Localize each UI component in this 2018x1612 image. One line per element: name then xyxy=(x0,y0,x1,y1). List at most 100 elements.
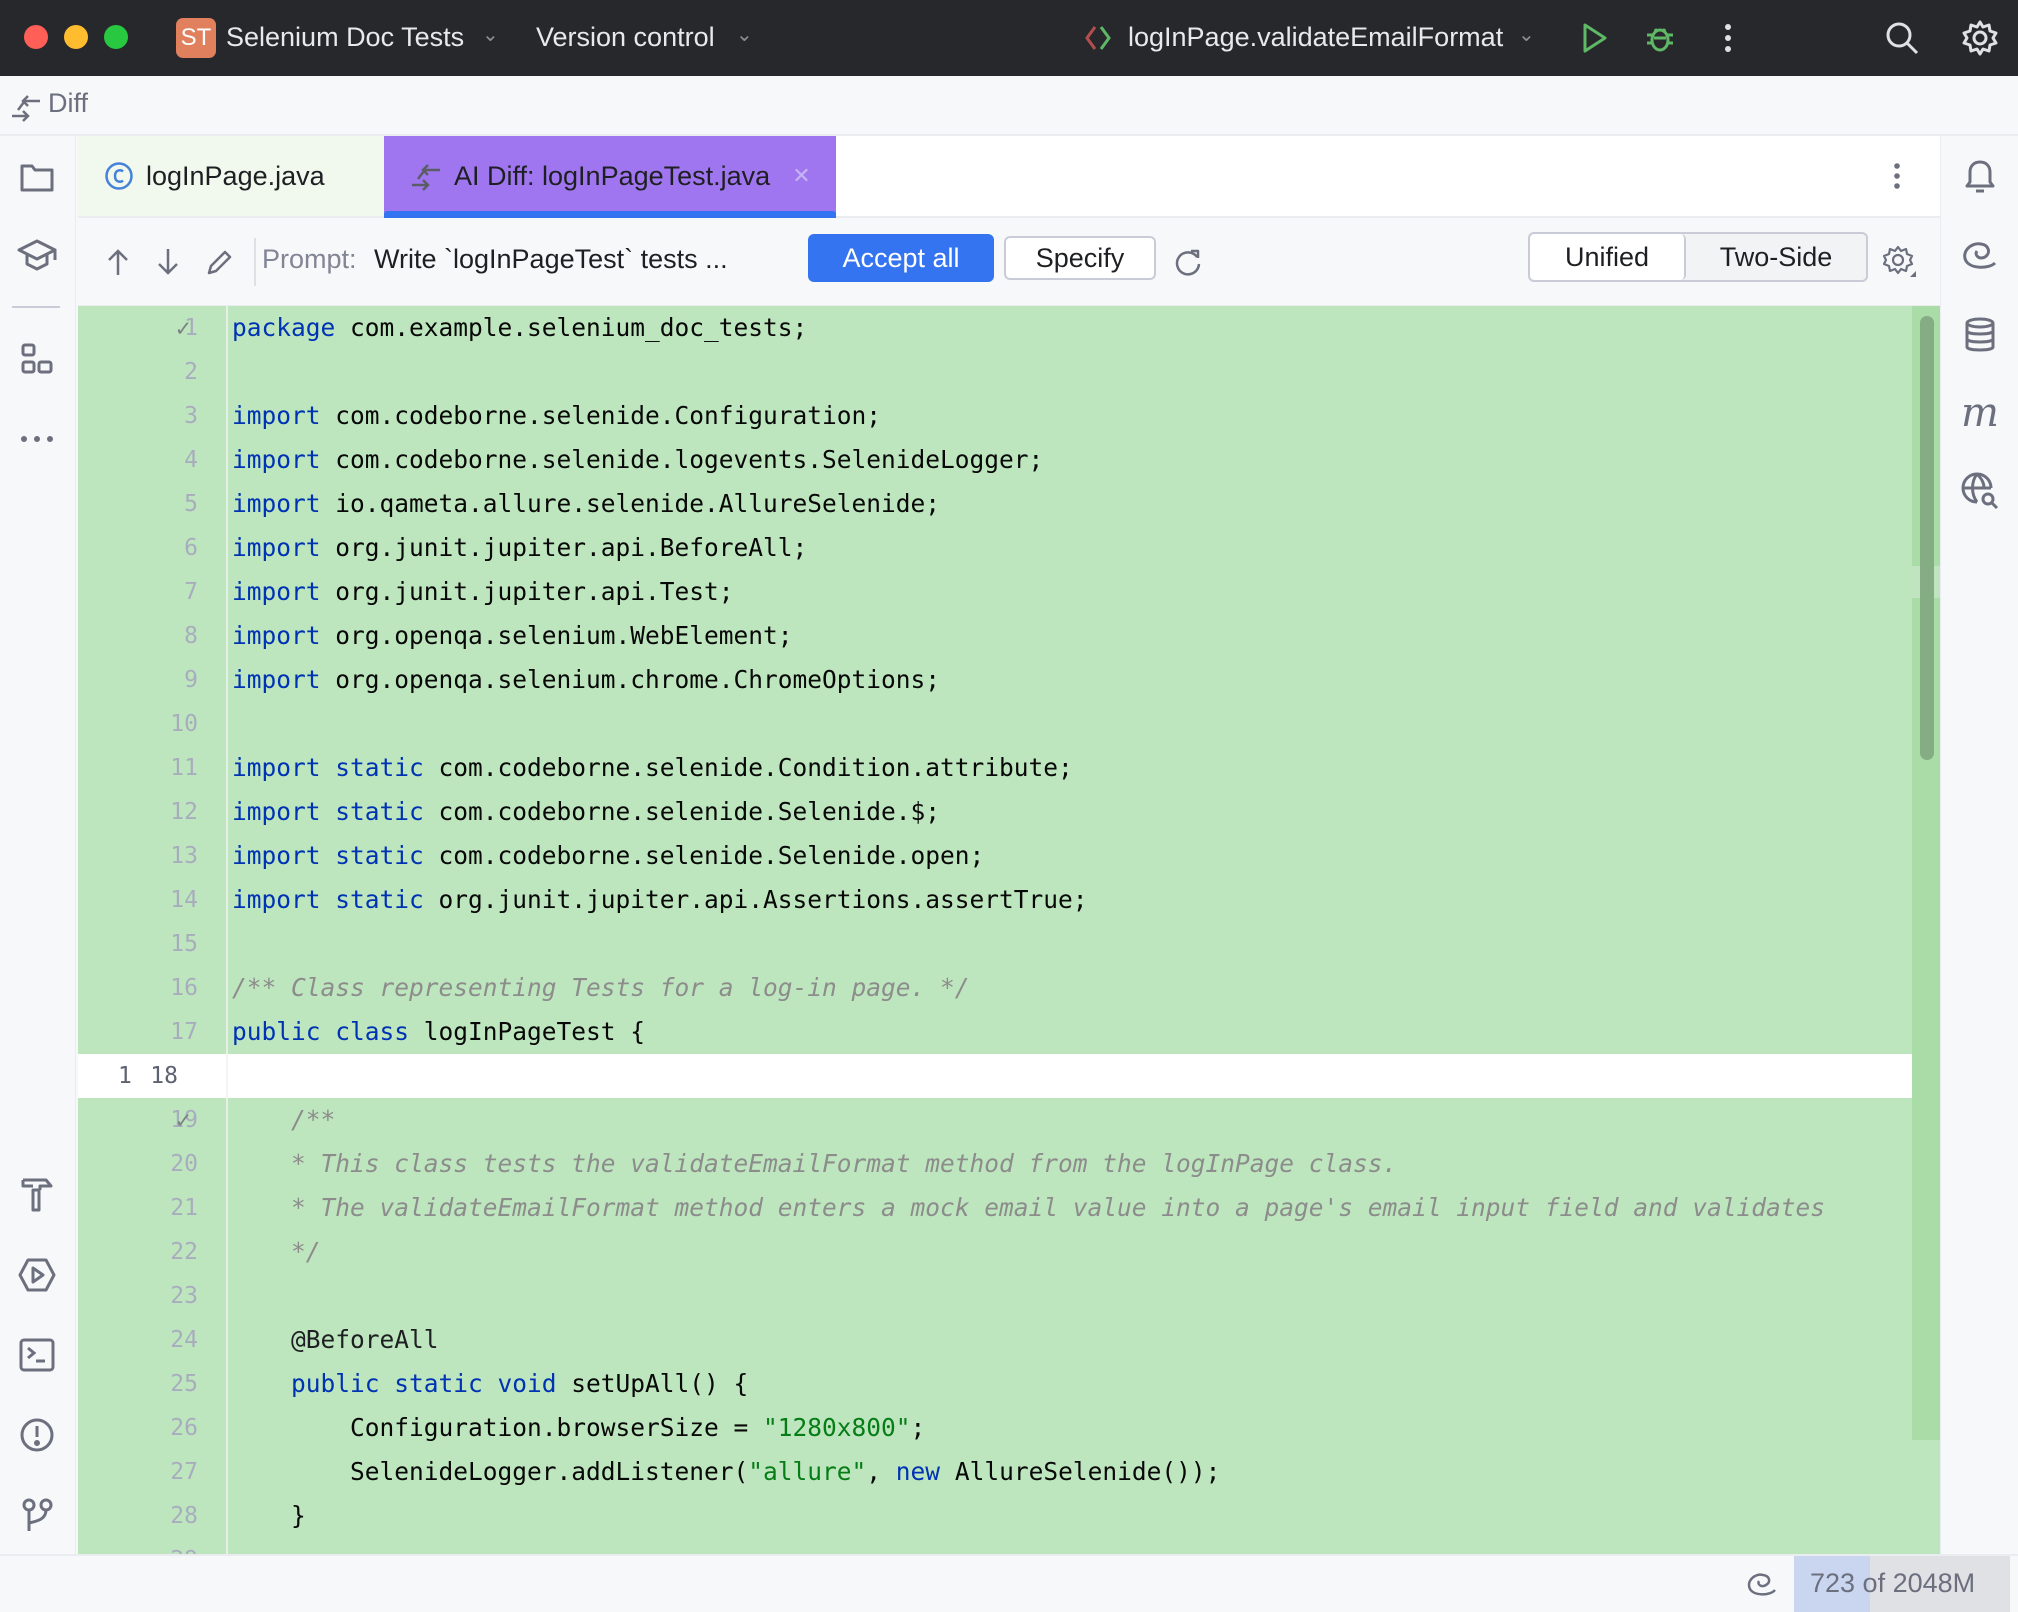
edit-pencil-icon[interactable] xyxy=(200,242,240,282)
next-change-arrow-down-icon[interactable] xyxy=(148,242,188,282)
previous-change-arrow-up-icon[interactable] xyxy=(98,242,138,282)
code-token: /** xyxy=(232,1105,336,1134)
tabs-more-options-icon[interactable] xyxy=(1882,158,1912,194)
code-line[interactable]: 19 ✓ /** xyxy=(78,1098,1912,1142)
code-line[interactable]: 10 xyxy=(78,702,1912,746)
code-line[interactable]: 7 import org.junit.jupiter.api.Test; xyxy=(78,570,1912,614)
maven-icon[interactable]: m xyxy=(1959,390,2001,436)
left-tool-bar xyxy=(0,136,76,1554)
code-text: import com.codeborne.selenide.Configurat… xyxy=(232,394,881,438)
code-text: public static void setUpAll() { xyxy=(232,1362,748,1406)
accept-chunk-check-icon[interactable]: ✓ xyxy=(176,1098,206,1142)
old-line-number: 1 xyxy=(118,1063,132,1089)
code-token: package xyxy=(232,313,336,342)
accept-all-button[interactable]: Accept all xyxy=(808,234,994,282)
code-line[interactable]: 15 xyxy=(78,922,1912,966)
accept-chunk-check-icon[interactable]: ✓ xyxy=(176,306,206,350)
prompt-text[interactable]: Write `logInPageTest` tests ... xyxy=(374,244,728,275)
code-line[interactable]: 16 /** Class representing Tests for a log… xyxy=(78,966,1912,1010)
code-line[interactable]: 17 public class logInPageTest { xyxy=(78,1010,1912,1054)
code-line[interactable]: 23 xyxy=(78,1274,1912,1318)
code-line[interactable]: 25 public static void setUpAll() { xyxy=(78,1362,1912,1406)
settings-gear-icon[interactable] xyxy=(1960,18,2000,58)
code-line[interactable]: 3 import com.codeborne.selenide.Configura… xyxy=(78,394,1912,438)
code-line[interactable]: 5 import io.qameta.allure.selenide.Allure… xyxy=(78,482,1912,526)
debug-button[interactable] xyxy=(1640,18,1680,58)
code-token: logInPageTest { xyxy=(409,1017,646,1046)
code-line[interactable]: 14 import static org.junit.jupiter.api.As… xyxy=(78,878,1912,922)
code-line[interactable]: 4 import com.codeborne.selenide.logevents… xyxy=(78,438,1912,482)
learn-icon[interactable] xyxy=(16,234,58,276)
endpoints-globe-icon[interactable] xyxy=(1959,470,2001,512)
scrollbar-thumb[interactable] xyxy=(1920,316,1934,760)
diff-icon xyxy=(8,90,42,124)
version-control-dropdown[interactable]: Version control xyxy=(536,20,715,54)
code-token: SelenideLogger.addListener( xyxy=(232,1457,749,1486)
build-hammer-icon[interactable] xyxy=(16,1174,58,1216)
close-window-button[interactable] xyxy=(24,25,48,49)
ai-assistant-icon[interactable] xyxy=(1959,234,2001,276)
memory-indicator[interactable]: 723 of 2048M xyxy=(1794,1556,2010,1612)
code-line[interactable]: 27 SelenideLogger.addListener("allure", … xyxy=(78,1450,1912,1494)
code-line[interactable]: 20 * This class tests the validateEmailF… xyxy=(78,1142,1912,1186)
structure-icon[interactable] xyxy=(16,338,58,380)
maximize-window-button[interactable] xyxy=(104,25,128,49)
code-line[interactable]: 9 import org.openqa.selenium.chrome.Chrom… xyxy=(78,658,1912,702)
regenerate-refresh-icon[interactable] xyxy=(1168,242,1208,282)
code-line[interactable]: 12 import static com.codeborne.selenide.S… xyxy=(78,790,1912,834)
project-folder-icon[interactable] xyxy=(16,156,58,198)
code-line[interactable]: 22 */ xyxy=(78,1230,1912,1274)
run-config-icon xyxy=(1078,18,1118,58)
java-class-icon xyxy=(104,161,134,191)
chevron-down-icon: ⌄ xyxy=(736,24,753,46)
code-line[interactable]: 24 @BeforeAll xyxy=(78,1318,1912,1362)
unified-view-button[interactable]: Unified xyxy=(1530,234,1686,280)
diff-editor[interactable]: 1 ✓ package com.example.selenium_doc_tests… xyxy=(78,306,1940,1554)
database-icon[interactable] xyxy=(1959,314,2001,356)
close-tab-icon[interactable]: ✕ xyxy=(792,163,810,189)
code-token: import xyxy=(232,621,321,650)
code-line[interactable]: 2 xyxy=(78,350,1912,394)
code-line[interactable]: 26 Configuration.browserSize = "1280x800… xyxy=(78,1406,1912,1450)
code-line[interactable]: 13 import static com.codeborne.selenide.S… xyxy=(78,834,1912,878)
code-line[interactable]: 18 1 xyxy=(78,1054,1912,1098)
tab-loginpage-java[interactable]: logInPage.java xyxy=(78,136,384,216)
problems-icon[interactable] xyxy=(16,1414,58,1456)
code-line[interactable]: 28 } xyxy=(78,1494,1912,1538)
code-line[interactable]: 6 import org.junit.jupiter.api.BeforeAll; xyxy=(78,526,1912,570)
minimize-window-button[interactable] xyxy=(64,25,88,49)
code-line[interactable]: 1 ✓ package com.example.selenium_doc_tests… xyxy=(78,306,1912,350)
code-token: org.junit.jupiter.api.Assertions.assertT… xyxy=(423,885,1088,914)
line-number: 14 xyxy=(170,887,198,913)
code-line[interactable]: 29 xyxy=(78,1538,1912,1554)
code-token: com.codeborne.selenide.Selenide.open; xyxy=(423,841,985,870)
code-token: import xyxy=(232,533,321,562)
two-side-view-button[interactable]: Two-Side xyxy=(1686,234,1866,280)
project-badge[interactable]: ST xyxy=(176,18,216,58)
more-tool-windows-icon[interactable] xyxy=(16,418,58,460)
line-number: 23 xyxy=(170,1283,198,1309)
specify-button[interactable]: Specify xyxy=(1004,236,1156,280)
services-icon[interactable] xyxy=(16,1254,58,1296)
notifications-bell-icon[interactable] xyxy=(1959,156,2001,198)
terminal-icon[interactable] xyxy=(16,1334,58,1376)
code-text: } xyxy=(232,1494,306,1538)
search-icon[interactable] xyxy=(1882,18,1922,58)
code-token: import xyxy=(232,665,321,694)
line-number: 6 xyxy=(184,535,198,561)
ai-assistant-status-icon[interactable] xyxy=(1744,1568,1780,1600)
run-configuration-dropdown[interactable]: logInPage.validateEmailFormat xyxy=(1128,20,1503,54)
diff-settings-gear-icon[interactable] xyxy=(1880,242,1920,282)
git-branch-icon[interactable] xyxy=(16,1494,58,1536)
code-line[interactable]: 11 import static com.codeborne.selenide.C… xyxy=(78,746,1912,790)
tab-ai-diff-loginpagetest[interactable]: AI Diff: logInPageTest.java ✕ xyxy=(384,136,836,218)
run-button[interactable] xyxy=(1574,18,1614,58)
code-line[interactable]: 8 import org.openqa.selenium.WebElement; xyxy=(78,614,1912,658)
code-token: org.junit.jupiter.api.BeforeAll; xyxy=(320,533,808,562)
code-text: SelenideLogger.addListener("allure", new… xyxy=(232,1450,1220,1494)
project-name-dropdown[interactable]: Selenium Doc Tests xyxy=(226,20,464,54)
code-line[interactable]: 21 * The validateEmailFormat method ente… xyxy=(78,1186,1912,1230)
more-actions-icon[interactable] xyxy=(1708,18,1748,58)
line-number: 5 xyxy=(184,491,198,517)
